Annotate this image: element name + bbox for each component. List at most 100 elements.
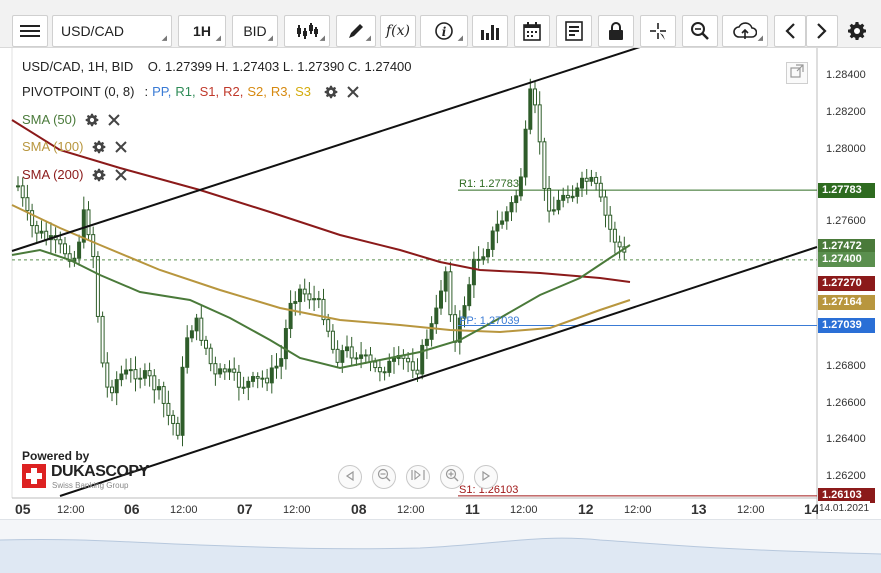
candle-body xyxy=(406,357,411,363)
candle-body xyxy=(218,368,223,375)
caret-icon: ◢ xyxy=(457,35,463,42)
close-icon[interactable] xyxy=(115,140,128,153)
info-button[interactable]: i ◢ xyxy=(420,15,468,47)
candle-body xyxy=(518,176,523,197)
gear-icon[interactable] xyxy=(324,85,338,99)
close-icon[interactable] xyxy=(347,85,359,98)
indicators-button[interactable]: f(x) xyxy=(380,15,416,47)
navigator-strip[interactable] xyxy=(0,519,881,573)
next-button[interactable] xyxy=(806,15,838,47)
candle-body xyxy=(255,376,260,379)
candle-body xyxy=(288,302,293,330)
candle-body xyxy=(58,239,63,245)
chevron-right-icon xyxy=(816,22,828,40)
lock-button[interactable] xyxy=(598,15,634,47)
caret-icon: ◢ xyxy=(161,35,167,42)
caret-icon: ◢ xyxy=(365,35,371,42)
candle-body xyxy=(537,104,542,143)
gear-icon[interactable] xyxy=(92,168,106,182)
current-date: 14.01.2021 xyxy=(818,501,871,516)
candle-body xyxy=(345,346,349,352)
candle-body xyxy=(269,367,274,384)
zoom-out-button[interactable] xyxy=(372,465,396,489)
candle-body xyxy=(246,380,251,388)
candle-body xyxy=(157,386,161,391)
candle-body xyxy=(373,361,378,369)
reset-view-button[interactable] xyxy=(406,465,430,489)
chart-type-button[interactable]: ◢ xyxy=(284,15,330,47)
cloud-save-button[interactable]: ◢ xyxy=(722,15,768,47)
candle-body xyxy=(189,330,194,339)
powered-by: Powered by xyxy=(22,449,90,463)
candle-body xyxy=(387,360,392,373)
price-tag: 1.27270 xyxy=(818,276,875,291)
candle-body xyxy=(617,241,622,248)
settings-button[interactable] xyxy=(842,15,872,47)
sma50-legend[interactable]: SMA (50) xyxy=(22,112,120,127)
pivot-legend[interactable]: PIVOTPOINT (0, 8) : PP, R1, S1, R2, S2, R3, S3 xyxy=(22,84,359,99)
play-left-icon xyxy=(345,468,355,486)
fit-icon xyxy=(411,468,425,486)
candle-body xyxy=(326,319,331,332)
price-axis-label: 1.28400 xyxy=(826,69,866,81)
candle-body xyxy=(561,194,566,201)
candle-body xyxy=(227,368,232,373)
sma100-legend[interactable]: SMA (100) xyxy=(22,139,128,154)
r1-label: R1: 1.27783 xyxy=(459,178,519,190)
candle-body xyxy=(471,258,476,286)
statistics-button[interactable] xyxy=(472,15,508,47)
candle-body xyxy=(363,354,368,357)
sma200-legend[interactable]: SMA (200) xyxy=(22,167,128,182)
price-side-select[interactable]: BID ◢ xyxy=(232,15,278,47)
gear-icon[interactable] xyxy=(92,140,106,154)
price-tag: 1.27039 xyxy=(818,318,875,333)
prev-button[interactable] xyxy=(774,15,806,47)
candle-body xyxy=(142,370,147,379)
zoom-in-button[interactable] xyxy=(440,465,464,489)
timeframe-select[interactable]: 1H ◢ xyxy=(178,15,226,47)
candle-body xyxy=(467,284,472,307)
candle-body xyxy=(147,370,152,377)
candle-body xyxy=(119,373,124,381)
close-icon[interactable] xyxy=(108,113,120,126)
drawing-button[interactable]: ◢ xyxy=(336,15,376,47)
caret-icon: ◢ xyxy=(757,35,763,42)
navigator-chart xyxy=(0,537,881,573)
price-axis-label: 1.27600 xyxy=(826,215,866,227)
report-icon xyxy=(565,21,583,41)
pivot-label: PIVOTPOINT (0, 8) xyxy=(22,84,135,99)
candle-body xyxy=(241,386,246,389)
candle-body xyxy=(575,187,580,197)
candle-body xyxy=(594,176,599,184)
crosshair-button[interactable] xyxy=(640,15,676,47)
price-tag: 1.27400 xyxy=(818,252,875,267)
scroll-left-button[interactable] xyxy=(338,465,362,489)
candle-body xyxy=(208,347,213,365)
candle-body xyxy=(612,228,617,243)
scroll-right-button[interactable] xyxy=(474,465,498,489)
candle-body xyxy=(302,288,307,295)
dukascopy-logo: DUKASCOPY Swiss Banking Group xyxy=(22,463,149,493)
instrument-select[interactable]: USD/CAD ◢ xyxy=(52,15,172,47)
menu-icon[interactable] xyxy=(12,15,48,47)
candle-body xyxy=(354,357,359,360)
time-axis-label: 12:00 xyxy=(737,504,765,516)
candle-body xyxy=(213,363,218,375)
calendar-button[interactable] xyxy=(514,15,550,47)
candle-body xyxy=(453,314,458,343)
zoom-button[interactable] xyxy=(682,15,718,47)
price-chart[interactable] xyxy=(0,48,881,519)
time-axis-label: 12:00 xyxy=(397,504,425,516)
candle-body xyxy=(110,386,114,394)
close-icon[interactable] xyxy=(115,168,128,181)
candle-body xyxy=(16,185,20,188)
info-icon: i xyxy=(434,21,454,41)
candle-body xyxy=(166,402,171,416)
candle-body xyxy=(547,187,552,212)
report-button[interactable] xyxy=(556,15,592,47)
time-axis-label: 11 xyxy=(465,501,480,517)
expand-button[interactable] xyxy=(786,62,808,84)
zoom-icon xyxy=(690,21,710,41)
price-axis-label: 1.26600 xyxy=(826,397,866,409)
gear-icon[interactable] xyxy=(85,113,99,127)
